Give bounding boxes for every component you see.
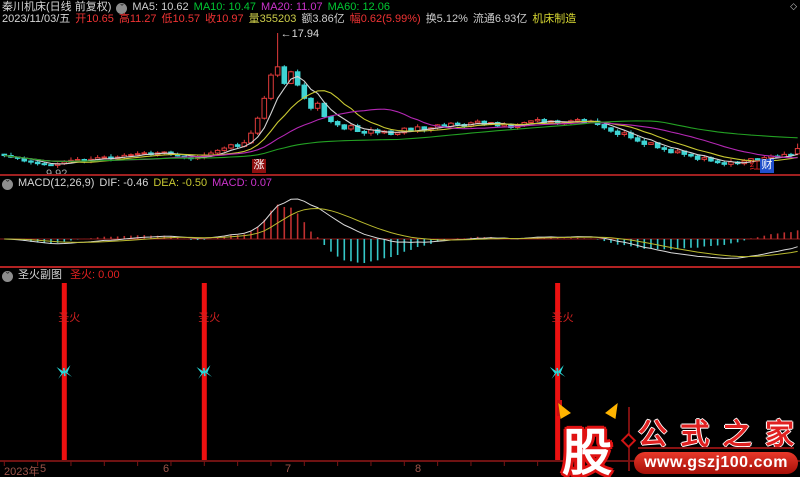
quote-field: 量355203 <box>249 13 297 25</box>
macd-values: DIF: -0.46 DEA: -0.50 MACD: 0.07 <box>99 177 277 189</box>
quote-field: 机床制造 <box>532 13 576 25</box>
axis-label: 8 <box>415 463 421 475</box>
ma-label: MA60: 12.06 <box>328 1 390 13</box>
ma-label: MA10: 10.47 <box>194 1 256 13</box>
quote-field: 收10.97 <box>205 13 244 25</box>
axis-label: 2023年 <box>4 463 39 477</box>
panel-separator <box>0 266 800 268</box>
sacred-fire-value: 圣火: 0.00 <box>70 269 120 281</box>
macd-chart <box>0 191 800 266</box>
signal-label: 圣火 <box>552 311 574 324</box>
corner-diamond-icon[interactable]: ◇ <box>790 1 797 12</box>
quote-field: 额3.86亿 <box>301 13 344 25</box>
quote-field: 流通6.93亿 <box>473 13 527 25</box>
quote-date: 2023/11/03/五 <box>2 13 70 25</box>
logo-underline <box>638 447 794 449</box>
quote-fields: 开10.65 高11.27 低10.57 收10.97 量355203 额3.86亿幅0.… <box>75 13 581 25</box>
kline-chart: ←17.94←9.92 <box>0 26 800 174</box>
signal-label: 圣火 <box>198 311 220 324</box>
axis-label: 7 <box>285 463 291 475</box>
signal-label: 圣火 <box>58 311 80 324</box>
quote-field: 换5.12% <box>426 13 468 25</box>
ma-label: MA5: 10.62 <box>132 1 188 13</box>
macd-value: DEA: -0.50 <box>153 177 207 189</box>
quote-field: 高11.27 <box>119 13 157 25</box>
macd-title: MACD(12,26,9) <box>18 177 94 189</box>
logo-diamond-icon <box>621 433 637 449</box>
panel-separator <box>0 174 800 176</box>
quote-field: 开10.65 <box>75 13 114 25</box>
ma-label: MA20: 11.07 <box>261 1 323 13</box>
stock-title: 秦川机床(日线 前复权) <box>2 1 111 13</box>
stamp-财: 财 <box>760 159 774 173</box>
site-watermark: 股 公式之家 www.gszj100.com <box>554 399 800 477</box>
collapse-chevron-icon[interactable]: ˇ <box>2 179 13 190</box>
ma-values: MA5: 10.62 MA10: 10.47 MA20: 11.07 MA60: 12… <box>132 1 395 13</box>
macd-value: DIF: -0.46 <box>99 177 148 189</box>
sacred-fire-title: 圣火副图 <box>18 269 62 281</box>
quote-field: 低10.57 <box>162 13 201 25</box>
axis-label: 5 <box>40 463 46 475</box>
macd-value: MACD: 0.07 <box>212 177 272 189</box>
stock-app-window: 秦川机床(日线 前复权) ˇ MA5: 10.62 MA10: 10.47 MA20: … <box>0 0 800 477</box>
logo-gu-character: 股 <box>562 413 612 477</box>
site-url: www.gszj100.com <box>634 452 798 474</box>
collapse-chevron-icon[interactable]: ˇ <box>2 271 13 282</box>
quote-header-row2: 2023/11/03/五开10.65 高11.27 低10.57 收10.97 量355… <box>2 13 586 25</box>
stamp-涨: 涨 <box>252 159 266 173</box>
price-annotation: ←17.94 <box>281 28 320 40</box>
quote-field: 幅0.62(5.99%) <box>350 13 421 25</box>
axis-label: 6 <box>163 463 169 475</box>
macd-header: ˇ MACD(12,26,9) DIF: -0.46 DEA: -0.50 MACD: … <box>2 177 282 190</box>
sacred-fire-header: ˇ 圣火副图 圣火: 0.00 <box>2 269 125 282</box>
